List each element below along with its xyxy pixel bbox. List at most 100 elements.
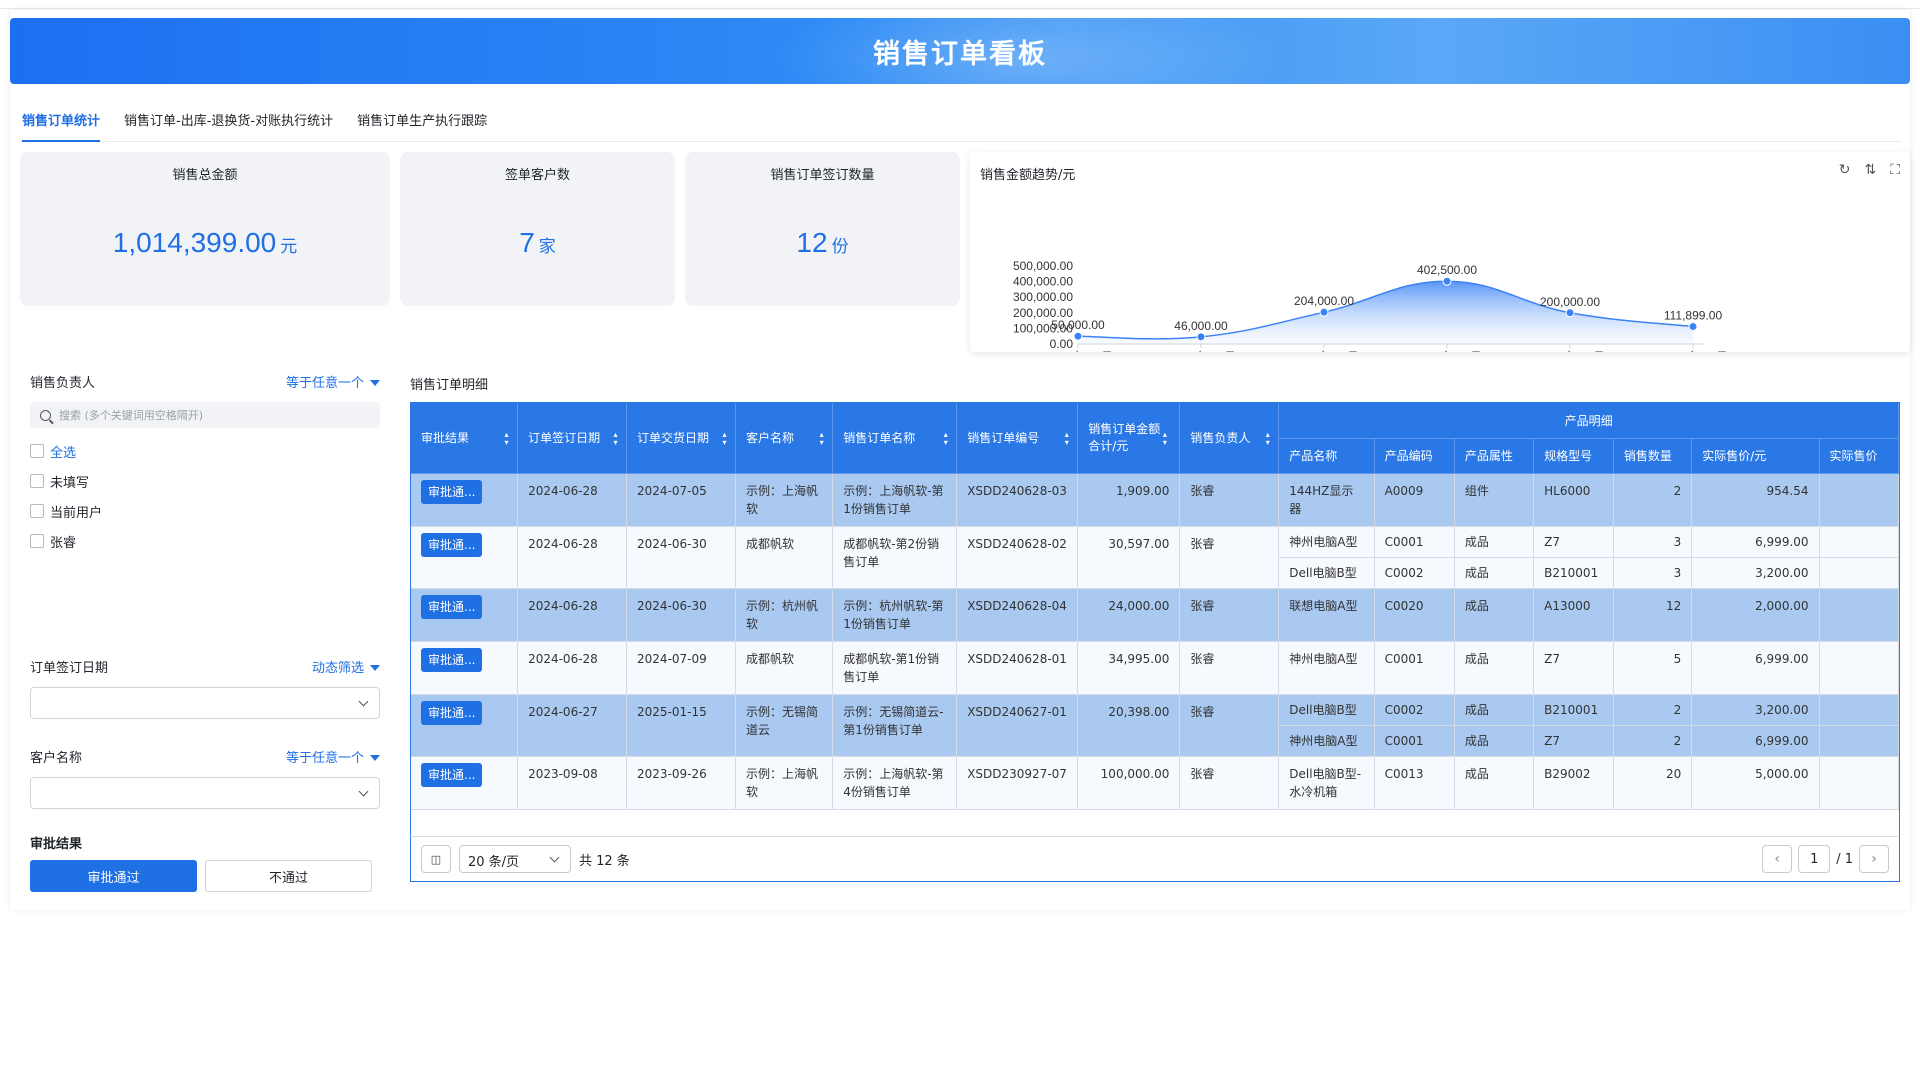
col-spec[interactable]: 规格型号 — [1533, 438, 1614, 474]
status-badge[interactable]: 审批通... — [421, 594, 483, 619]
col-product-code[interactable]: 产品编码 — [1374, 438, 1455, 474]
customer-filter-header: 客户名称 等于任意一个 — [30, 745, 380, 767]
status-badge[interactable]: 审批通... — [421, 647, 483, 672]
filter-panel: 销售负责人 等于任意一个 搜索 (多个关键词用空格隔开) 全选 未填写 当前用户… — [30, 370, 380, 892]
sales-trend-card: 500,000.00 400,000.00 300,000.00 200,000.00… — [970, 152, 1910, 352]
checkbox[interactable] — [30, 444, 44, 458]
data-point — [1073, 331, 1083, 341]
col-qty[interactable]: 销售数量 — [1613, 438, 1693, 474]
approval-filter-label: 审批结果 — [30, 837, 83, 852]
table-row[interactable]: 审批通... 2023-09-08 2023-09-26 示例：上海帆软 示例：上海帆软… — [411, 756, 1899, 810]
spec-cell: Z7 — [1533, 725, 1614, 757]
x-tick-label: 2023年07月 — [1289, 350, 1359, 352]
data-label: 111,899.00 — [1664, 309, 1723, 323]
kpi-label: 销售总金额 — [172, 168, 238, 183]
spec-cell: B29002 — [1533, 756, 1614, 810]
status-badge[interactable]: 审批通... — [421, 762, 483, 787]
col-price[interactable]: 实际售价/元 — [1691, 438, 1820, 474]
delivery-date-cell: 2024-07-05 — [626, 473, 736, 527]
x-tick-label: 2024年06月 — [1658, 350, 1728, 352]
prev-page-button[interactable]: ‹ — [1762, 845, 1793, 873]
col-product-name[interactable]: 产品名称 — [1278, 438, 1375, 474]
product-code-cell: C0002 — [1374, 557, 1455, 589]
current-page-input[interactable]: 1 — [1798, 845, 1831, 873]
checkbox[interactable] — [30, 504, 44, 518]
fullscreen-icon[interactable]: ⛶ — [1890, 162, 1900, 178]
sign-date-filter-header: 订单签订日期 动态筛选 — [30, 655, 380, 677]
col-price-more[interactable]: 实际售价 — [1819, 438, 1899, 474]
spec-cell: B210001 — [1533, 557, 1614, 589]
order-amount-cell: 24,000.00 — [1077, 588, 1181, 642]
next-page-button[interactable]: › — [1859, 845, 1889, 873]
col-order-name[interactable]: 销售订单名称 — [832, 403, 958, 474]
status-badge[interactable]: 审批通... — [421, 479, 483, 504]
price-cell: 2,000.00 — [1691, 588, 1820, 642]
approval-pass-button[interactable]: 审批通过 — [30, 860, 197, 892]
col-order-code[interactable]: 销售订单编号 — [956, 403, 1079, 474]
kpi-number: 1,014,399.00 — [112, 227, 277, 258]
approval-cell: 审批通... — [411, 473, 519, 527]
owner-filter-label: 销售负责人 — [30, 375, 96, 391]
owner-filter-operator[interactable]: 等于任意一个 — [286, 372, 380, 391]
status-badge[interactable]: 审批通... — [421, 532, 483, 557]
checkbox[interactable] — [30, 534, 44, 548]
table-row[interactable]: 审批通... 2024-06-28 2024-07-05 示例：上海帆软 示例：上海帆软… — [411, 473, 1899, 527]
tab-order-stats[interactable]: 销售订单统计 — [22, 104, 101, 142]
col-order-amount[interactable]: 销售订单金额合计/元 — [1077, 403, 1181, 474]
table-row[interactable]: 审批通... 2024-06-28 2024-07-09 成都帆软 成都帆软-第1份销售… — [411, 641, 1899, 695]
page-size-select[interactable]: 20 条/页 — [459, 845, 571, 873]
price-cell: 3,200.00 — [1691, 694, 1820, 726]
sign-date-cell: 2024-06-28 — [517, 473, 628, 527]
product-attr-cell: 成品 — [1454, 725, 1535, 757]
option-current-user[interactable]: 当前用户 — [30, 496, 380, 526]
product-name-cell: 神州电脑A型 — [1278, 725, 1375, 757]
price-more-cell — [1819, 557, 1899, 589]
col-sign-date[interactable]: 订单签订日期 — [517, 403, 628, 474]
owner-cell: 张睿 — [1179, 473, 1280, 527]
col-delivery-date[interactable]: 订单交货日期 — [626, 403, 736, 474]
qty-cell: 3 — [1613, 557, 1693, 589]
table-row[interactable]: 审批通... 2024-06-28 2024-06-30 示例：杭州帆软 示例：杭州帆软… — [411, 588, 1899, 642]
tab-production-tracking[interactable]: 销售订单生产执行跟踪 — [357, 104, 487, 142]
order-code-cell: XSDD240627-01 — [956, 694, 1079, 757]
chart-toolbar: ↻ ⇅ ⛶ — [1839, 162, 1900, 178]
price-more-cell — [1819, 725, 1899, 757]
order-code-cell: XSDD240628-04 — [956, 588, 1079, 642]
option-select-all[interactable]: 全选 — [30, 436, 380, 466]
status-badge[interactable]: 审批通... — [421, 700, 483, 725]
table-row[interactable]: 审批通... 2024-06-27 2025-01-15 示例：无锡简道云 示例：无锡简… — [411, 694, 1899, 757]
y-tick-label: 300,000.00 — [1013, 290, 1073, 304]
col-product-attr[interactable]: 产品属性 — [1454, 438, 1535, 474]
customer-select[interactable] — [30, 777, 380, 809]
kpi-value: 1,014,399.00 元 — [20, 227, 390, 259]
option-unfilled[interactable]: 未填写 — [30, 466, 380, 496]
col-approval[interactable]: 审批结果 — [411, 403, 519, 474]
refresh-icon[interactable]: ↻ — [1839, 162, 1851, 178]
x-tick-label: 2023年08月 — [1412, 350, 1482, 352]
col-customer[interactable]: 客户名称 — [735, 403, 834, 474]
col-owner[interactable]: 销售负责人 — [1179, 403, 1280, 474]
tab-outbound-reconcile[interactable]: 销售订单-出库-退换货-对账执行统计 — [124, 104, 333, 142]
order-code-cell: XSDD240628-02 — [956, 526, 1079, 589]
delivery-date-cell: 2025-01-15 — [626, 694, 736, 757]
owner-search-input[interactable]: 搜索 (多个关键词用空格隔开) — [30, 402, 380, 428]
checkbox[interactable] — [30, 474, 44, 488]
series-area — [1078, 281, 1693, 344]
table-row[interactable]: 审批通... 2024-06-28 2024-06-30 成都帆软 成都帆软-第2份销售… — [411, 526, 1899, 589]
total-count: 共 12 条 — [579, 853, 630, 869]
price-cell: 5,000.00 — [1691, 756, 1820, 810]
column-toggle-icon[interactable]: ◫ — [421, 845, 451, 873]
sign-date-cell: 2024-06-27 — [517, 694, 628, 757]
sign-date-select[interactable] — [30, 687, 380, 719]
qty-cell: 3 — [1613, 526, 1693, 558]
owner-filter-header: 销售负责人 等于任意一个 — [30, 370, 380, 392]
approval-cell: 审批通... — [411, 526, 519, 589]
kpi-number: 7 — [519, 227, 535, 258]
sign-date-operator[interactable]: 动态筛选 — [312, 657, 380, 676]
sort-icon[interactable]: ⇅ — [1864, 162, 1876, 178]
caret-down-icon — [370, 380, 380, 386]
customer-filter-operator[interactable]: 等于任意一个 — [286, 747, 380, 766]
price-cell: 6,999.00 — [1691, 641, 1820, 695]
approval-reject-button[interactable]: 不通过 — [205, 860, 372, 892]
option-zhangrui[interactable]: 张睿 — [30, 526, 380, 556]
